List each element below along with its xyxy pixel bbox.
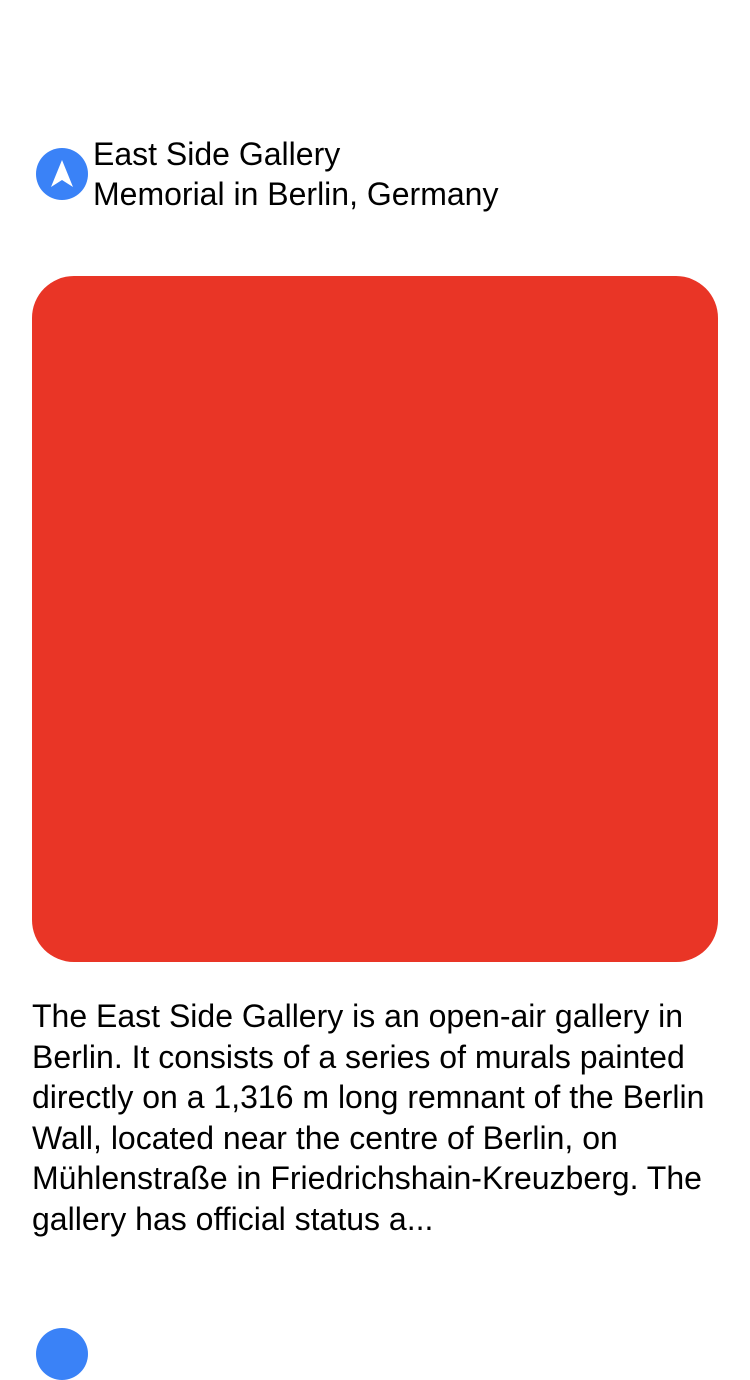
navigation-arrow-icon — [36, 148, 88, 200]
place-text: East Side Gallery Memorial in Berlin, Ge… — [93, 134, 498, 214]
place-header[interactable]: East Side Gallery Memorial in Berlin, Ge… — [32, 134, 718, 214]
place-subtitle: Memorial in Berlin, Germany — [93, 176, 499, 212]
place-card[interactable]: East Side Gallery Memorial in Berlin, Ge… — [32, 134, 718, 1237]
next-place-navigation-arrow-icon — [36, 1328, 88, 1380]
place-photo[interactable] — [32, 276, 718, 962]
place-description: The East Side Gallery is an open-air gal… — [32, 998, 705, 1237]
place-title: East Side Gallery — [93, 136, 341, 172]
